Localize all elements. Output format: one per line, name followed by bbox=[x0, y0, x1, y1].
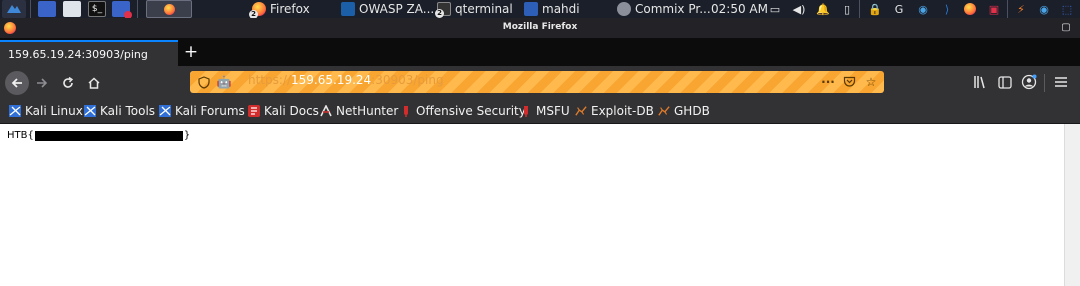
taskbar-separator bbox=[1007, 0, 1008, 18]
task-firefox[interactable]: 2 Firefox bbox=[249, 0, 310, 19]
flag-prefix: HTB{ bbox=[7, 130, 34, 141]
chrome-icon bbox=[617, 2, 631, 16]
task-label: qterminal bbox=[455, 2, 513, 16]
exploitdb-icon bbox=[658, 105, 670, 117]
taskbar-separator bbox=[30, 0, 31, 18]
task-mahdi[interactable]: mahdi bbox=[524, 0, 580, 18]
burp-icon[interactable]: ⚡ bbox=[1014, 2, 1028, 16]
battery-icon[interactable]: ▯ bbox=[840, 2, 854, 16]
notification-bell-icon[interactable]: 🔔 bbox=[816, 2, 830, 16]
bookmark-ghdb[interactable]: GHDB bbox=[658, 102, 710, 120]
bookmark-msfu[interactable]: MSFU bbox=[520, 102, 570, 120]
pocket-icon[interactable] bbox=[841, 74, 857, 90]
clock[interactable]: 02:50 AM bbox=[711, 0, 768, 18]
kali-icon bbox=[159, 105, 171, 117]
os-taskbar: $_ 2 Firefox OWASP ZA... 2 qterminal mah… bbox=[0, 0, 1080, 19]
page-content: HTB{ } bbox=[0, 124, 1064, 286]
bookmark-kali-forums[interactable]: Kali Forums bbox=[159, 102, 245, 120]
window-icon[interactable]: ▭ bbox=[768, 2, 782, 16]
firefox-icon: 2 bbox=[249, 2, 266, 19]
bookmark-exploit-db[interactable]: Exploit-DB bbox=[575, 102, 654, 120]
offsec-icon bbox=[400, 105, 412, 117]
task-commix[interactable]: Commix Pr... bbox=[617, 0, 711, 18]
folder-icon bbox=[524, 2, 538, 16]
bookmark-offensive-security[interactable]: Offensive Security bbox=[400, 102, 526, 120]
network-icon[interactable]: ◉ bbox=[916, 2, 930, 16]
exploitdb-icon bbox=[575, 105, 587, 117]
sidebar-icon[interactable] bbox=[996, 73, 1014, 91]
terminal-icon[interactable]: $_ bbox=[88, 1, 106, 17]
settings-app-icon[interactable] bbox=[112, 1, 132, 19]
tab-active[interactable]: 159.65.19.24:30903/ping bbox=[0, 40, 178, 66]
task-qterminal[interactable]: 2 qterminal bbox=[435, 0, 513, 18]
forward-icon[interactable] bbox=[30, 71, 54, 95]
reload-icon[interactable] bbox=[56, 71, 80, 95]
kali-icon bbox=[9, 105, 21, 117]
firefox-launcher-icon[interactable] bbox=[146, 0, 192, 18]
page-scrollbar[interactable] bbox=[1064, 124, 1080, 286]
record-icon[interactable]: ▣ bbox=[987, 2, 1001, 16]
updates-icon[interactable]: ⬚ bbox=[1060, 2, 1074, 16]
firefox-tray-icon[interactable] bbox=[963, 2, 977, 16]
bookmark-kali-linux[interactable]: Kali Linux bbox=[9, 102, 83, 120]
flag-text: HTB{ } bbox=[7, 130, 190, 141]
show-desktop-icon[interactable] bbox=[38, 1, 56, 17]
back-icon[interactable] bbox=[5, 71, 29, 95]
network-tray-icon[interactable]: ◉ bbox=[1037, 2, 1051, 16]
logout-icon[interactable]: G bbox=[892, 2, 906, 16]
task-label: Commix Pr... bbox=[635, 2, 711, 16]
redaction-bar bbox=[34, 130, 183, 141]
volume-icon[interactable]: ◀) bbox=[792, 2, 806, 16]
bookmark-nethunter[interactable]: NetHunter bbox=[320, 102, 398, 120]
new-tab-button[interactable]: + bbox=[182, 44, 200, 62]
bookmark-star-icon[interactable]: ☆ bbox=[863, 74, 879, 90]
owasp-zap-icon bbox=[341, 2, 355, 16]
home-icon[interactable] bbox=[82, 71, 106, 95]
shield-icon[interactable] bbox=[196, 74, 212, 90]
tab-label: 159.65.19.24:30903/ping bbox=[8, 47, 148, 61]
kali-menu-icon[interactable] bbox=[2, 0, 26, 18]
lock-icon[interactable]: 🔒 bbox=[868, 2, 882, 16]
bookmark-kali-tools[interactable]: Kali Tools bbox=[84, 102, 155, 120]
vscode-icon[interactable]: ⟩ bbox=[940, 2, 954, 16]
nethunter-icon bbox=[320, 105, 332, 117]
window-menu-icon[interactable]: ▢ bbox=[1060, 22, 1072, 34]
offsec-icon bbox=[520, 105, 532, 117]
permissions-icon[interactable]: 🤖 bbox=[216, 74, 232, 90]
task-label: OWASP ZA... bbox=[359, 2, 435, 16]
url-text[interactable]: https://159.65.19.24:30903/ping bbox=[248, 73, 444, 87]
task-owasp-zap[interactable]: OWASP ZA... bbox=[341, 0, 434, 18]
bookmarks-toolbar: Kali Linux Kali Tools Kali Forums Kali D… bbox=[0, 98, 1080, 124]
flag-suffix: } bbox=[183, 130, 191, 141]
account-icon[interactable] bbox=[1020, 73, 1038, 91]
library-icon[interactable] bbox=[972, 73, 990, 91]
page-actions-icon[interactable]: ··· bbox=[820, 74, 836, 90]
bookmark-kali-docs[interactable]: Kali Docs bbox=[248, 102, 319, 120]
taskbar-separator bbox=[137, 0, 138, 18]
menu-icon[interactable] bbox=[1052, 73, 1070, 91]
file-manager-icon[interactable] bbox=[63, 1, 81, 17]
window-title: Mozilla Firefox bbox=[502, 22, 578, 32]
kali-icon bbox=[84, 105, 96, 117]
toolbar-separator bbox=[1044, 74, 1045, 92]
url-bar[interactable]: 🤖 https://159.65.19.24:30903/ping ··· ☆ bbox=[190, 71, 884, 93]
task-label: mahdi bbox=[542, 2, 580, 16]
qterminal-icon: 2 bbox=[435, 2, 451, 18]
navigation-toolbar: 🤖 https://159.65.19.24:30903/ping ··· ☆ bbox=[0, 66, 1080, 98]
window-titlebar: Mozilla Firefox ▢ bbox=[0, 18, 1080, 38]
kali-docs-icon bbox=[248, 105, 260, 117]
taskbar-separator bbox=[859, 0, 860, 18]
task-label: Firefox bbox=[270, 2, 310, 16]
tab-strip: 159.65.19.24:30903/ping bbox=[0, 38, 1080, 66]
